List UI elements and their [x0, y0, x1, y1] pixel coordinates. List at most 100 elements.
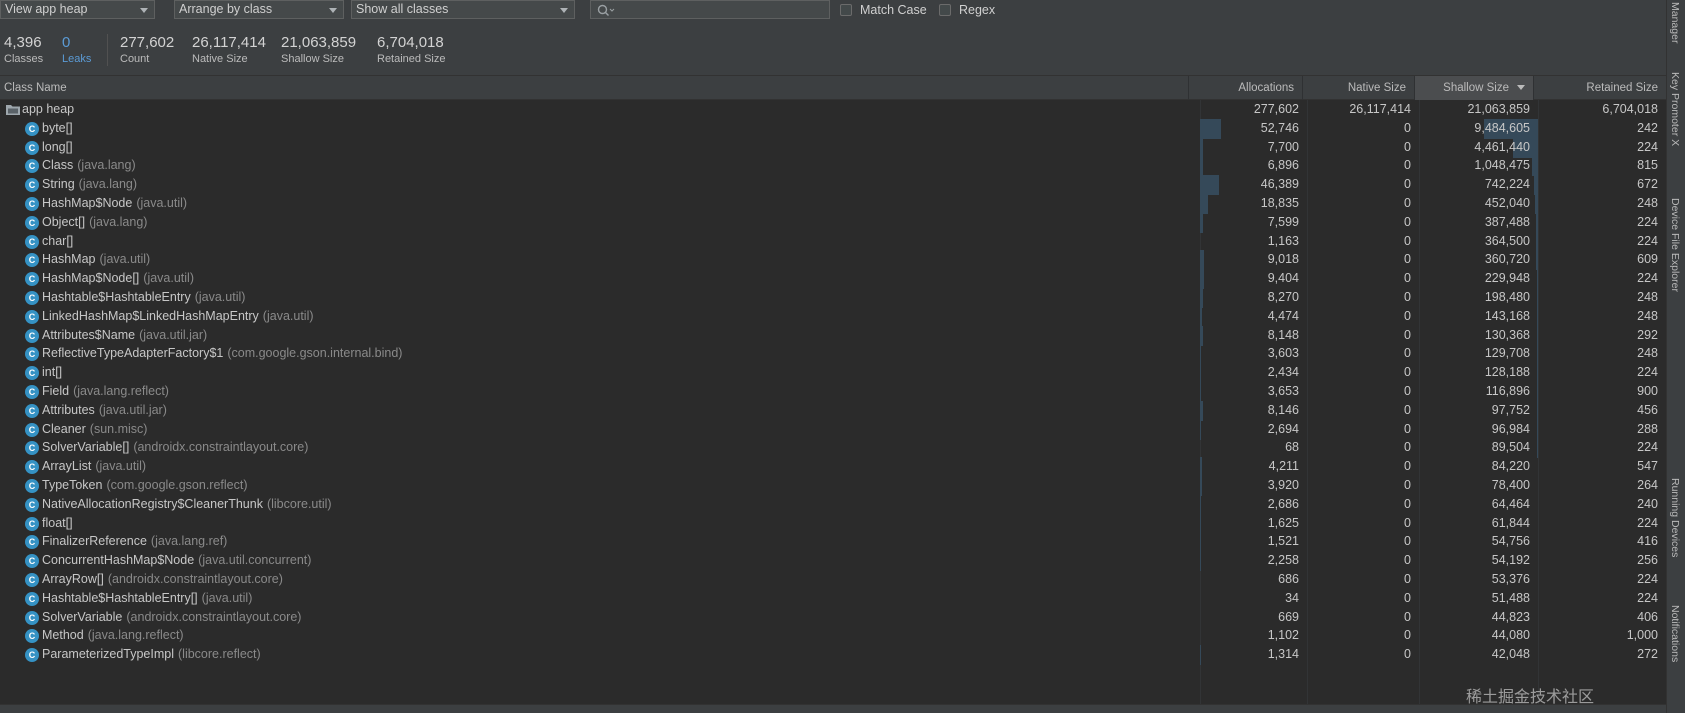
retained-size-value: 248: [1637, 290, 1658, 304]
table-row[interactable]: C Attributes$Name (java.util.jar) 8,148 0 130…: [0, 325, 1666, 346]
checkbox-box[interactable]: [939, 4, 951, 16]
table-row[interactable]: C Hashtable$HashtableEntry[] (java.util) 34…: [0, 589, 1666, 608]
tool-notifications[interactable]: Notifications: [1669, 605, 1681, 662]
retained-size-value: 224: [1637, 440, 1658, 455]
shallow-size-value: 21,063,859: [1467, 102, 1530, 116]
regex-checkbox[interactable]: Regex: [939, 1, 995, 19]
table-row[interactable]: C String (java.lang) 46,389 0 742,224 672: [0, 175, 1666, 196]
allocations-value: 2,258: [1267, 553, 1299, 568]
table-row[interactable]: C SolverVariable[] (androidx.constraintlay…: [0, 438, 1666, 459]
shallow-size-value: 4,461,440: [1474, 139, 1530, 154]
class-icon: C: [25, 178, 39, 193]
table-row[interactable]: Cint[] 2,434 0 128,188 224: [0, 363, 1666, 384]
shallow-size-value: 44,823: [1491, 609, 1530, 624]
table-row[interactable]: C HashMap (java.util) 9,018 0 360,720 609: [0, 250, 1666, 271]
tool-device-manager[interactable]: Manager: [1669, 2, 1681, 43]
arrange-select[interactable]: Arrange by class: [174, 0, 344, 19]
shallow-size-value: 742,224: [1484, 177, 1530, 192]
class-package: (java.lang): [89, 214, 148, 229]
match-case-checkbox[interactable]: Match Case: [840, 1, 927, 19]
allocations-value: 7,700: [1267, 139, 1299, 154]
table-row[interactable]: C NativeAllocationRegistry$CleanerThunk (l…: [0, 494, 1666, 515]
class-name: Method (java.lang.reflect): [42, 626, 184, 646]
table-row[interactable]: C Class (java.lang) 6,896 0 1,048,475 815: [0, 156, 1666, 177]
shallow-size-value: 229,948: [1484, 271, 1530, 286]
shallow-size-value: 89,504: [1491, 440, 1530, 455]
shallow-size-value: 53,376: [1491, 572, 1530, 586]
class-name-text: Attributes: [42, 402, 95, 417]
table-row[interactable]: C SolverVariable (androidx.constraintlayou…: [0, 608, 1666, 627]
table-row[interactable]: C Object[] (java.lang) 7,599 0 387,488 224: [0, 212, 1666, 233]
allocations-value: 8,148: [1267, 327, 1299, 342]
allocations-value: 34: [1285, 590, 1299, 605]
native-size-value: 0: [1404, 214, 1411, 229]
filter-select[interactable]: Show all classes: [351, 0, 575, 19]
filter-select-label: Show all classes: [356, 2, 449, 16]
class-name: Class (java.lang): [42, 156, 136, 176]
table-row[interactable]: C HashMap$Node (java.util) 18,835 0 452,040 24…: [0, 194, 1666, 214]
table-row[interactable]: C Hashtable$HashtableEntry (java.util) 8,27…: [0, 288, 1666, 308]
tool-device-file-explorer[interactable]: Device File Explorer: [1669, 198, 1681, 292]
class-name-text: SolverVariable: [42, 609, 123, 624]
class-name: HashMap$Node[] (java.util): [42, 269, 194, 289]
tool-key-promoter-x[interactable]: Key Promoter X: [1669, 72, 1681, 146]
table-row[interactable]: C HashMap$Node[] (java.util) 9,404 0 229,948 2…: [0, 269, 1666, 290]
table-row[interactable]: C FinalizerReference (java.lang.ref) 1,521 0…: [0, 532, 1666, 553]
shallow-size-value: 9,484,605: [1474, 120, 1530, 135]
native-size-value: 0: [1404, 590, 1411, 605]
table-row[interactable]: Cbyte[] 52,746 0 9,484,605 242: [0, 118, 1666, 139]
table-row[interactable]: C ArrayRow[] (androidx.constraintlayout.co…: [0, 570, 1666, 589]
stat-label: Shallow Size: [281, 53, 344, 65]
stat-leaks[interactable]: 0 Leaks: [62, 34, 91, 66]
table-row[interactable]: C TypeToken (com.google.gson.reflect) 3,920…: [0, 476, 1666, 496]
tool-running-devices[interactable]: Running Devices: [1669, 478, 1681, 557]
bottom-tool-strip: [0, 704, 1666, 713]
table-row[interactable]: Cchar[] 1,163 0 364,500 224: [0, 231, 1666, 252]
class-icon: C: [25, 272, 39, 287]
shallow-size-value: 54,192: [1491, 553, 1530, 568]
heap-select[interactable]: View app heap: [0, 0, 155, 19]
table-row[interactable]: C Field (java.lang.reflect) 3,653 0 116,896 90…: [0, 382, 1666, 402]
col-header-shallow-size[interactable]: Shallow Size: [1414, 76, 1533, 100]
col-header-retained-size[interactable]: Retained Size: [1533, 76, 1666, 100]
checkbox-box[interactable]: [840, 4, 852, 16]
allocations-value: 1,521: [1267, 534, 1299, 549]
table-row[interactable]: Cfloat[] 1,625 0 61,844 224: [0, 513, 1666, 534]
search-input[interactable]: [590, 0, 830, 19]
class-icon: C: [25, 328, 39, 343]
col-header-native-size[interactable]: Native Size: [1302, 76, 1414, 100]
table-row[interactable]: C ParameterizedTypeImpl (libcore.reflect) 1…: [0, 645, 1666, 666]
stat-retained-size: 6,704,018 Retained Size: [377, 34, 446, 66]
table-row[interactable]: C Attributes (java.util.jar) 8,146 0 97,752 45…: [0, 400, 1666, 421]
native-size-value: 0: [1404, 440, 1411, 455]
retained-size-value: 547: [1637, 459, 1658, 474]
col-header-allocations[interactable]: Allocations: [1188, 76, 1302, 100]
retained-size-value: 224: [1637, 572, 1658, 586]
shallow-size-value: 51,488: [1491, 590, 1530, 605]
col-header-class-name[interactable]: Class Name: [4, 76, 1188, 100]
allocations-value: 8,146: [1267, 402, 1299, 417]
retained-size-value: 672: [1637, 177, 1658, 192]
heap-select-label: View app heap: [5, 2, 88, 16]
table-row[interactable]: C ArrayList (java.util) 4,211 0 84,220 547: [0, 457, 1666, 478]
table-row-root[interactable]: app heap 277,602 26,117,414 21,063,859 6…: [0, 100, 1666, 119]
class-name-text: HashMap$Node[]: [42, 271, 140, 286]
table-row[interactable]: Clong[] 7,700 0 4,461,440 224: [0, 137, 1666, 158]
class-icon: C: [25, 253, 39, 268]
table-row[interactable]: C Cleaner (sun.misc) 2,694 0 96,984 288: [0, 419, 1666, 440]
native-size-value: 0: [1404, 327, 1411, 342]
allocations-value: 686: [1278, 572, 1299, 586]
table-row[interactable]: C LinkedHashMap$LinkedHashMapEntry (java.u…: [0, 306, 1666, 327]
retained-size-value: 264: [1637, 478, 1658, 492]
table-row[interactable]: C ConcurrentHashMap$Node (java.util.concur…: [0, 551, 1666, 572]
allocations-value: 4,474: [1267, 308, 1299, 323]
retained-size-value: 456: [1637, 402, 1658, 417]
table-row[interactable]: C ReflectiveTypeAdapterFactory$1 (com.goog…: [0, 344, 1666, 365]
retained-size-value: 224: [1637, 515, 1658, 530]
table-row[interactable]: C Method (java.lang.reflect) 1,102 0 44,080 1,…: [0, 626, 1666, 645]
class-package: (java.util.jar): [139, 327, 208, 342]
native-size-value: 0: [1404, 553, 1411, 568]
retained-size-value: 416: [1637, 534, 1658, 549]
shallow-size-value: 64,464: [1491, 496, 1530, 511]
class-name-text: LinkedHashMap$LinkedHashMapEntry: [42, 308, 259, 323]
